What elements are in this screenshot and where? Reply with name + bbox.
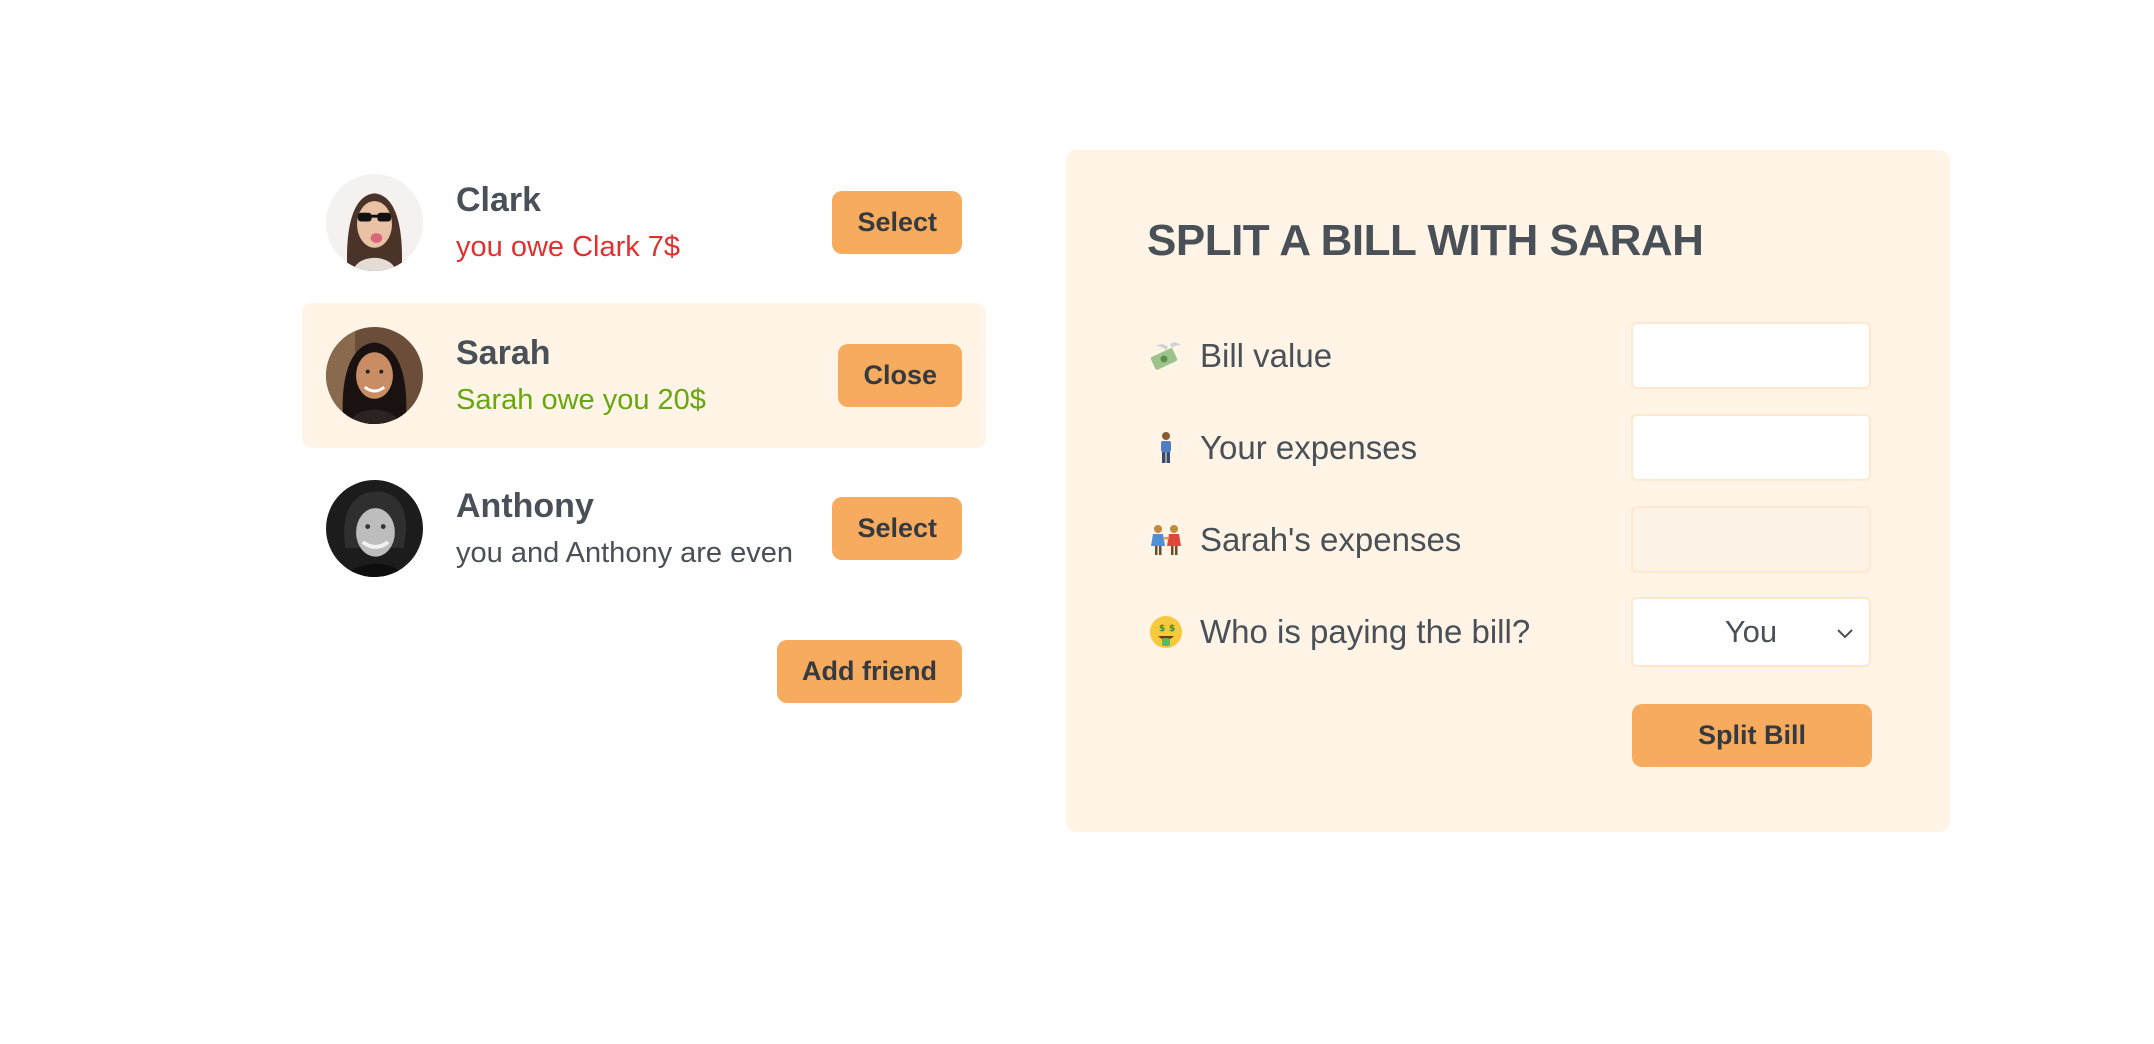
friends-sidebar: Clark you owe Clark 7$ Select Sarah Sara… xyxy=(302,150,986,703)
split-bill-form: Split a bill with Sarah Bill value xyxy=(1066,150,1950,832)
money-with-wings-icon xyxy=(1147,337,1185,375)
friend-item-clark: Clark you owe Clark 7$ Select xyxy=(302,150,986,295)
eat-n-split-app: Clark you owe Clark 7$ Select Sarah Sara… xyxy=(0,0,2154,1044)
payer-row: $ $ Who is paying the bill? You xyxy=(1147,597,1871,667)
your-expenses-row: Your expenses xyxy=(1147,414,1871,481)
add-friend-button[interactable]: Add friend xyxy=(777,640,962,703)
bill-value-input[interactable] xyxy=(1631,322,1871,389)
friend-expenses-label: Sarah's expenses xyxy=(1200,520,1462,558)
friend-item-sarah: Sarah Sarah owe you 20$ Close xyxy=(302,303,986,448)
close-sarah-button[interactable]: Close xyxy=(838,344,962,407)
your-expenses-label: Your expenses xyxy=(1200,428,1418,466)
select-anthony-button[interactable]: Select xyxy=(832,497,962,560)
money-mouth-face-icon: $ $ xyxy=(1147,613,1185,651)
two-women-holding-hands-icon xyxy=(1147,521,1185,559)
svg-text:$: $ xyxy=(1159,624,1165,634)
payer-selected-value: You xyxy=(1724,614,1778,649)
payer-select[interactable]: You xyxy=(1631,597,1871,667)
anthony-avatar xyxy=(326,480,423,577)
select-clark-button[interactable]: Select xyxy=(832,191,962,254)
your-expenses-input[interactable] xyxy=(1631,414,1871,481)
payer-label: Who is paying the bill? xyxy=(1200,613,1531,650)
svg-text:$: $ xyxy=(1169,624,1175,634)
friend-item-anthony: Anthony you and Anthony are even Select xyxy=(302,456,986,601)
friend-expenses-row: Sarah's expenses xyxy=(1147,506,1871,573)
friend-expenses-input xyxy=(1631,506,1871,573)
form-title: Split a bill with Sarah xyxy=(1147,216,1704,265)
clark-avatar xyxy=(326,174,423,271)
bill-value-label: Bill value xyxy=(1200,336,1333,374)
split-bill-button[interactable]: Split Bill xyxy=(1632,704,1872,767)
standing-person-icon xyxy=(1147,429,1185,467)
bill-value-row: Bill value xyxy=(1147,322,1871,389)
chevron-down-icon xyxy=(1837,629,1853,639)
sarah-avatar xyxy=(326,327,423,424)
